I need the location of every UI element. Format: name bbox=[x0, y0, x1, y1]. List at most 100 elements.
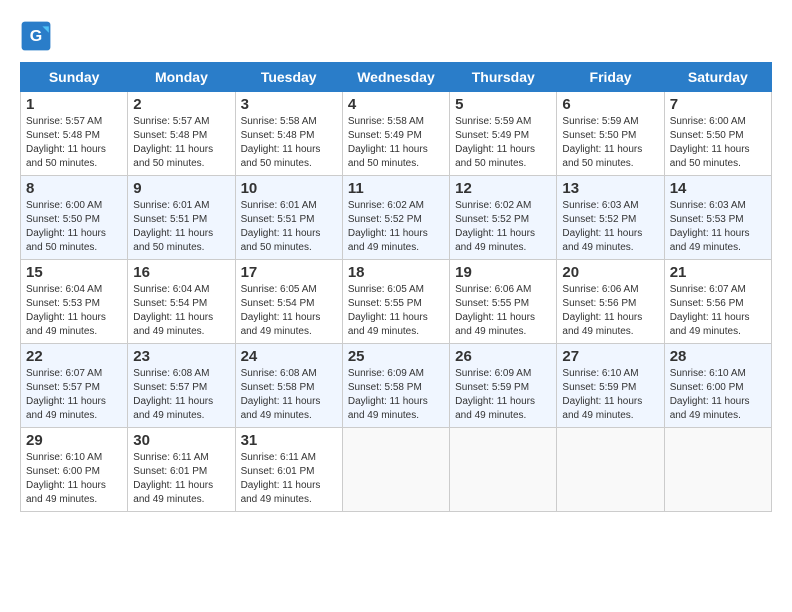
day-info-line: Daylight: 11 hours bbox=[26, 396, 106, 407]
calendar-cell: 5Sunrise: 5:59 AMSunset: 5:49 PMDaylight… bbox=[450, 92, 557, 176]
day-info-line: Daylight: 11 hours bbox=[562, 396, 642, 407]
day-info-line: Sunrise: 6:08 AM bbox=[133, 368, 209, 379]
day-info: Sunrise: 6:11 AMSunset: 6:01 PMDaylight:… bbox=[241, 451, 337, 507]
day-number: 13 bbox=[562, 180, 658, 197]
day-number: 4 bbox=[348, 96, 444, 113]
day-number: 18 bbox=[348, 264, 444, 281]
day-info-line: Daylight: 11 hours bbox=[348, 312, 428, 323]
day-info-line: Daylight: 11 hours bbox=[455, 312, 535, 323]
logo: G bbox=[20, 20, 56, 52]
header: G bbox=[20, 20, 772, 52]
day-info-line: Sunrise: 5:57 AM bbox=[133, 116, 209, 127]
day-number: 8 bbox=[26, 180, 122, 197]
day-info-line: and 49 minutes. bbox=[133, 494, 204, 505]
day-info-line: and 49 minutes. bbox=[670, 326, 741, 337]
day-info-line: Daylight: 11 hours bbox=[26, 480, 106, 491]
day-info: Sunrise: 6:00 AMSunset: 5:50 PMDaylight:… bbox=[670, 115, 766, 171]
day-info-line: Daylight: 11 hours bbox=[133, 228, 213, 239]
calendar-cell: 14Sunrise: 6:03 AMSunset: 5:53 PMDayligh… bbox=[664, 176, 771, 260]
day-info-line: Sunset: 5:51 PM bbox=[133, 214, 207, 225]
day-info-line: Sunset: 5:56 PM bbox=[670, 298, 744, 309]
day-info-line: Sunset: 5:55 PM bbox=[455, 298, 529, 309]
calendar-cell: 27Sunrise: 6:10 AMSunset: 5:59 PMDayligh… bbox=[557, 344, 664, 428]
day-info-line: and 49 minutes. bbox=[241, 410, 312, 421]
day-info-line: Sunrise: 6:03 AM bbox=[670, 200, 746, 211]
calendar-cell: 3Sunrise: 5:58 AMSunset: 5:48 PMDaylight… bbox=[235, 92, 342, 176]
calendar-cell: 9 Sunrise: 6:01 AMSunset: 5:51 PMDaylight… bbox=[128, 176, 235, 260]
day-number: 22 bbox=[26, 348, 122, 365]
day-info-line: Daylight: 11 hours bbox=[241, 312, 321, 323]
day-info-line: Sunrise: 6:05 AM bbox=[348, 284, 424, 295]
day-info-line: Daylight: 11 hours bbox=[241, 396, 321, 407]
day-info-line: Sunset: 5:54 PM bbox=[241, 298, 315, 309]
day-info-line: and 50 minutes. bbox=[348, 158, 419, 169]
day-info-line: Daylight: 11 hours bbox=[241, 480, 321, 491]
day-info-line: Sunrise: 6:04 AM bbox=[26, 284, 102, 295]
day-info-line: Sunset: 6:00 PM bbox=[670, 382, 744, 393]
calendar-cell: 23Sunrise: 6:08 AMSunset: 5:57 PMDayligh… bbox=[128, 344, 235, 428]
day-info-line: and 49 minutes. bbox=[670, 242, 741, 253]
day-info: Sunrise: 6:02 AMSunset: 5:52 PMDaylight:… bbox=[348, 199, 444, 255]
day-info-line: Sunset: 6:01 PM bbox=[241, 466, 315, 477]
day-info-line: Sunrise: 6:09 AM bbox=[348, 368, 424, 379]
calendar-cell: 17 Sunrise: 6:05 AM Sunset: 5:54 PM Dayligh… bbox=[235, 260, 342, 344]
day-number: 5 bbox=[455, 96, 551, 113]
day-info-line: Sunset: 5:59 PM bbox=[562, 382, 636, 393]
day-info: Sunrise: 6:04 AMSunset: 5:54 PMDaylight:… bbox=[133, 283, 229, 339]
day-number: 15 bbox=[26, 264, 122, 281]
day-number: 24 bbox=[241, 348, 337, 365]
calendar-cell: 4Sunrise: 5:58 AMSunset: 5:49 PMDaylight… bbox=[342, 92, 449, 176]
day-info-line: Sunrise: 6:08 AM bbox=[241, 368, 317, 379]
day-info-line: Sunset: 5:57 PM bbox=[26, 382, 100, 393]
weekday-header-wednesday: Wednesday bbox=[342, 63, 449, 92]
calendar-cell: 31Sunrise: 6:11 AMSunset: 6:01 PMDayligh… bbox=[235, 428, 342, 512]
day-info-line: Sunrise: 5:57 AM bbox=[26, 116, 102, 127]
day-info-line: Sunset: 5:57 PM bbox=[133, 382, 207, 393]
calendar-cell: 13 Sunrise: 6:03 AM Sunset: 5:52 PM Dayligh… bbox=[557, 176, 664, 260]
day-number: 21 bbox=[670, 264, 766, 281]
calendar-cell: 1Sunrise: 5:57 AMSunset: 5:48 PMDaylight… bbox=[21, 92, 128, 176]
calendar-cell: 26Sunrise: 6:09 AMSunset: 5:59 PMDayligh… bbox=[450, 344, 557, 428]
calendar-cell: 21Sunrise: 6:07 AMSunset: 5:56 PMDayligh… bbox=[664, 260, 771, 344]
day-info: Sunrise: 6:08 AMSunset: 5:57 PMDaylight:… bbox=[133, 367, 229, 423]
day-number: 30 bbox=[133, 432, 229, 449]
day-info-line: Sunrise: 6:05 AM bbox=[241, 284, 317, 295]
day-info: Sunrise: 6:01 AMSunset: 5:51 PMDaylight:… bbox=[133, 199, 229, 255]
day-info-line: Sunset: 5:52 PM bbox=[562, 214, 636, 225]
day-info: Sunrise: 6:01 AMSunset: 5:51 PMDaylight:… bbox=[241, 199, 337, 255]
day-info: Sunrise: 6:03 AM Sunset: 5:52 PM Daylight:… bbox=[562, 199, 658, 255]
day-info-line: Sunset: 5:58 PM bbox=[348, 382, 422, 393]
day-info-line: Sunset: 5:52 PM bbox=[455, 214, 529, 225]
day-info-line: Daylight: 11 hours bbox=[133, 480, 213, 491]
day-info: Sunrise: 6:07 AMSunset: 5:57 PMDaylight:… bbox=[26, 367, 122, 423]
logo-icon: G bbox=[20, 20, 52, 52]
day-info-line: and 50 minutes. bbox=[670, 158, 741, 169]
day-number: 9 bbox=[133, 180, 229, 197]
weekday-header-sunday: Sunday bbox=[21, 63, 128, 92]
day-number: 16 bbox=[133, 264, 229, 281]
day-info-line: Daylight: 11 hours bbox=[241, 144, 321, 155]
weekday-header-tuesday: Tuesday bbox=[235, 63, 342, 92]
calendar-week-4: 22 Sunrise: 6:07 AMSunset: 5:57 PMDayligh… bbox=[21, 344, 772, 428]
day-info: Sunrise: 6:00 AMSunset: 5:50 PMDaylight:… bbox=[26, 199, 122, 255]
day-info: Sunrise: 6:05 AM Sunset: 5:54 PM Daylight:… bbox=[241, 283, 337, 339]
day-info-line: Sunset: 5:52 PM bbox=[348, 214, 422, 225]
day-info-line: Sunrise: 5:59 AM bbox=[455, 116, 531, 127]
day-info-line: Daylight: 11 hours bbox=[348, 228, 428, 239]
day-info-line: and 50 minutes. bbox=[26, 242, 97, 253]
day-info-line: Sunset: 5:48 PM bbox=[133, 130, 207, 141]
day-info-line: Sunset: 5:48 PM bbox=[241, 130, 315, 141]
calendar-cell: 25Sunrise: 6:09 AMSunset: 5:58 PMDayligh… bbox=[342, 344, 449, 428]
day-number: 14 bbox=[670, 180, 766, 197]
day-number: 11 bbox=[348, 180, 444, 197]
day-info-line: Daylight: 11 hours bbox=[670, 144, 750, 155]
day-info-line: Sunset: 5:56 PM bbox=[562, 298, 636, 309]
calendar-cell: 15Sunrise: 6:04 AMSunset: 5:53 PMDayligh… bbox=[21, 260, 128, 344]
day-info-line: and 49 minutes. bbox=[670, 410, 741, 421]
day-info-line: Daylight: 11 hours bbox=[455, 228, 535, 239]
day-info-line: Daylight: 11 hours bbox=[562, 228, 642, 239]
day-info-line: Sunrise: 6:03 AM bbox=[562, 200, 638, 211]
day-number: 17 bbox=[241, 264, 337, 281]
day-info-line: Sunset: 5:53 PM bbox=[26, 298, 100, 309]
day-info-line: Sunset: 5:48 PM bbox=[26, 130, 100, 141]
